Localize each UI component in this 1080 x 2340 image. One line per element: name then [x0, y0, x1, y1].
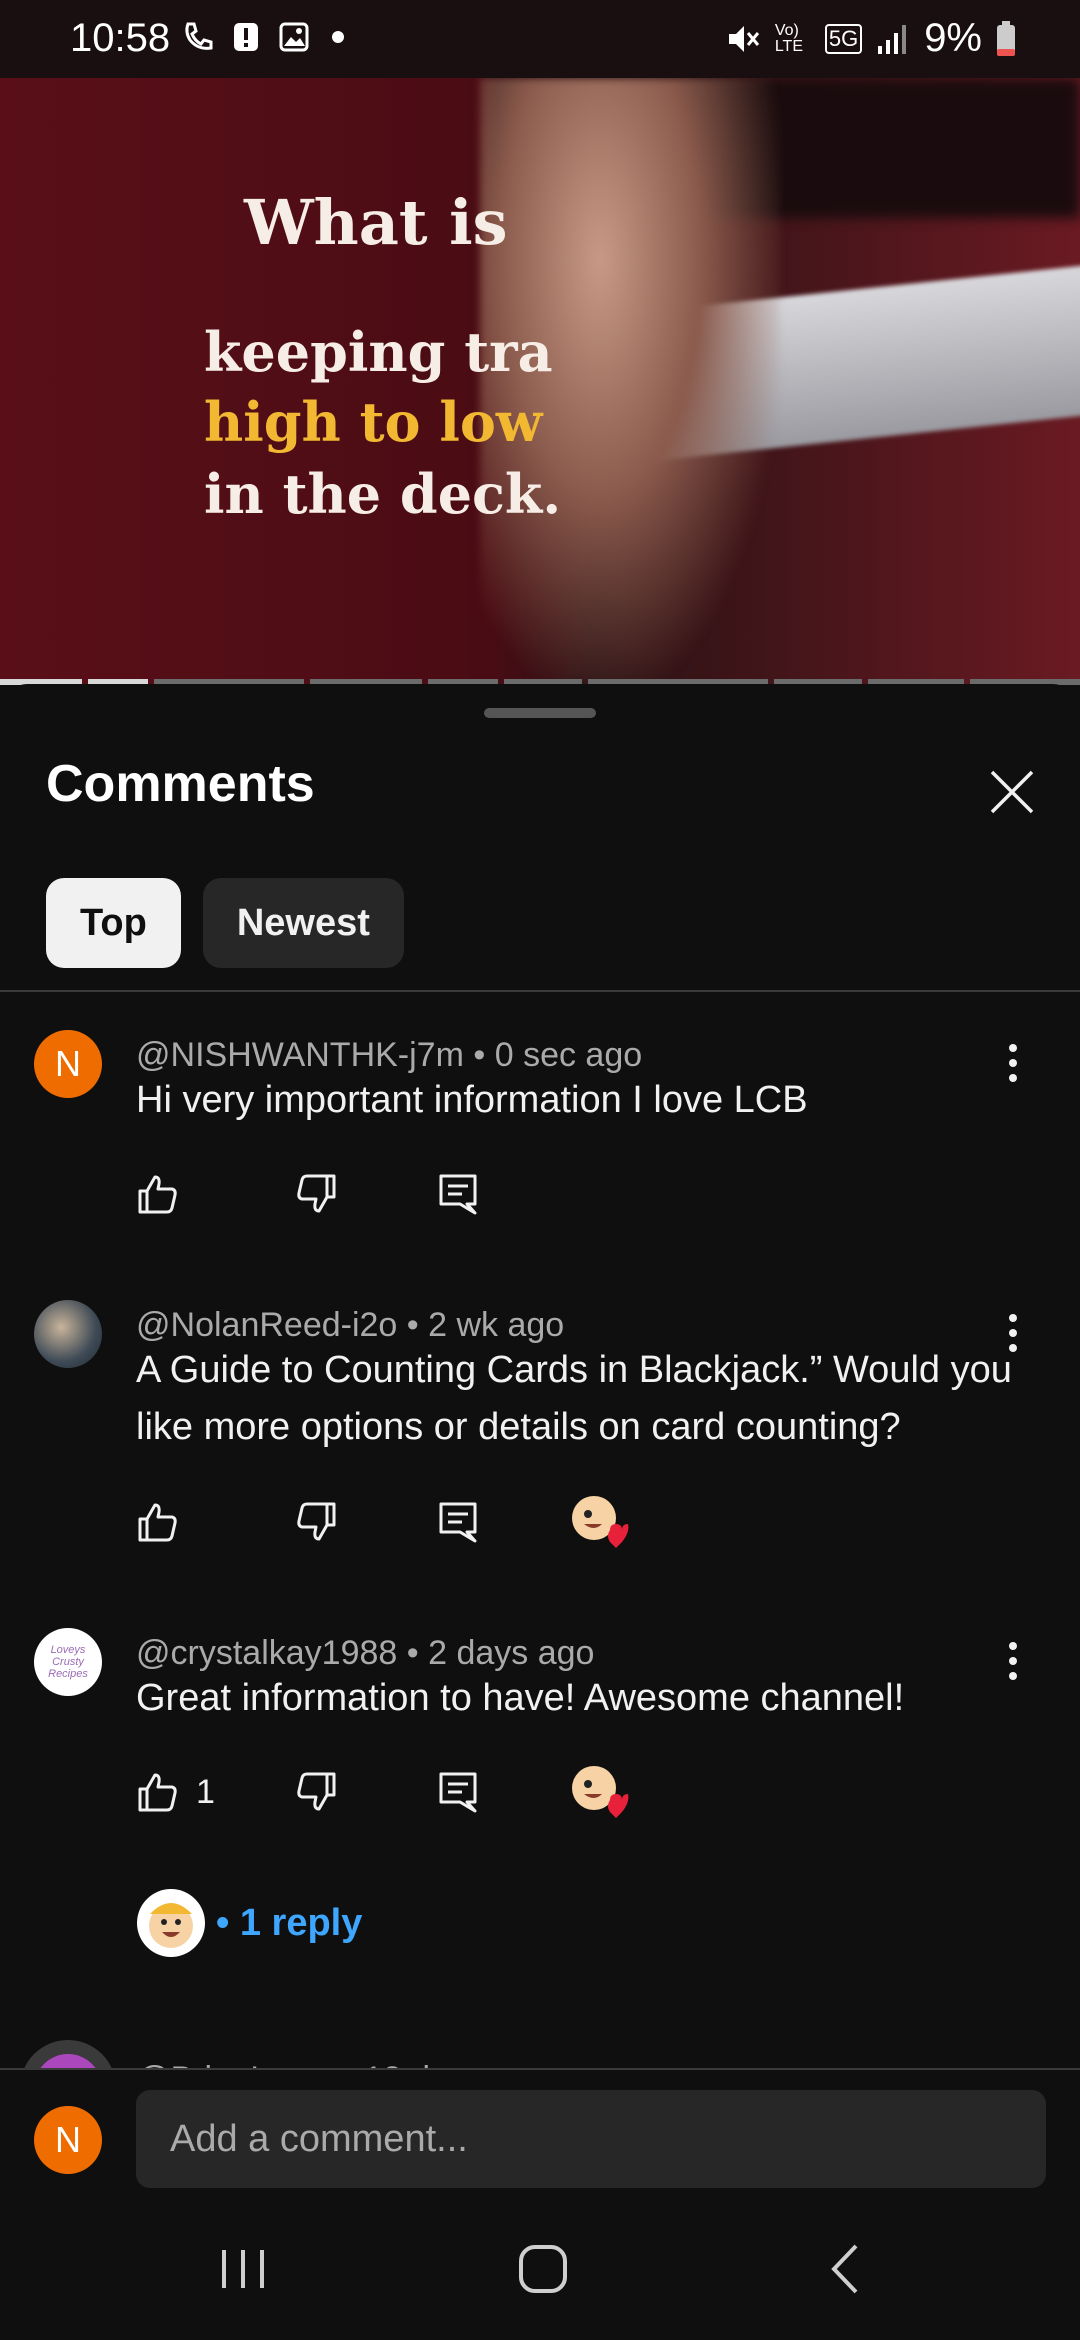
video-caption-line: keeping tra [204, 320, 553, 384]
avatar[interactable]: Loveys Crusty Recipes [34, 1628, 102, 1696]
back-icon[interactable] [812, 2234, 882, 2304]
comment-composer: N [0, 2068, 1080, 2190]
status-time: 10:58 [70, 16, 171, 60]
my-avatar: N [34, 2106, 102, 2174]
reply-button[interactable] [436, 1164, 480, 1224]
close-icon[interactable] [984, 764, 1040, 820]
signal-icon [878, 24, 907, 54]
avatar[interactable]: N [34, 1030, 102, 1098]
reply-button[interactable] [436, 1762, 480, 1822]
comment-meta[interactable]: @NISHWANTHK-j7m • 0 sec ago [136, 1036, 642, 1075]
video-caption-line: in the deck. [204, 462, 562, 526]
reply-icon [439, 1502, 477, 1543]
video-caption-line: What is [244, 186, 508, 259]
like-count: 1 [196, 1772, 215, 1811]
comment-meta[interactable]: @crystalkay1988 • 2 days ago [136, 1634, 594, 1673]
status-bar: 10:58 Vo) LTE 5G 9% [0, 0, 1080, 78]
reply-icon [439, 1772, 477, 1813]
image-icon [279, 22, 309, 52]
creator-heart [570, 1762, 630, 1822]
thumbs-up-icon [138, 1773, 177, 1812]
creator-heart-icon [572, 1496, 629, 1548]
reply-avatar-icon [137, 1889, 205, 1957]
comment-actions [136, 1164, 736, 1224]
dislike-button[interactable] [294, 1492, 338, 1552]
thumbs-down-icon [297, 1174, 336, 1213]
thumbs-up-icon [138, 1503, 177, 1542]
reply-icon [439, 1174, 477, 1215]
comment-text: Hi very important information I love LCB [136, 1079, 808, 1121]
thumbs-down-icon [297, 1502, 336, 1541]
like-button[interactable]: 1 [136, 1762, 215, 1822]
status-notification-icons [182, 20, 358, 54]
comment-text: A Guide to Counting Cards in Blackjack.”… [136, 1349, 1012, 1448]
thumbs-down-icon [297, 1772, 336, 1811]
avatar[interactable] [34, 1300, 102, 1368]
comment-input-box[interactable] [136, 2090, 1046, 2188]
comment-input[interactable] [136, 2090, 1044, 2188]
comment-meta[interactable]: @NolanReed-i2o • 2 wk ago [136, 1306, 564, 1345]
volte-label: Vo) LTE [774, 21, 803, 55]
more-vert-icon[interactable] [996, 1636, 1030, 1686]
network-label: 5G [824, 23, 863, 54]
avatar-letter: N [55, 1043, 81, 1084]
recent-apps-icon[interactable] [208, 2234, 278, 2304]
system-nav-bar [0, 2190, 1080, 2340]
replies-count: • 1 reply [216, 1901, 363, 1944]
replies-toggle[interactable]: • 1 reply [136, 1888, 362, 1958]
dislike-button[interactable] [294, 1762, 338, 1822]
creator-heart [570, 1492, 630, 1552]
thumbs-up-icon [138, 1175, 177, 1214]
battery-percent: 9% [924, 16, 982, 60]
video-caption-highlight: high to low [204, 390, 543, 454]
comment-text: Great information to have! Awesome chann… [136, 1677, 905, 1719]
sheet-title: Comments [46, 755, 315, 813]
avatar-caption: Loveys Crusty Recipes [48, 1644, 88, 1680]
sort-chips: Top Newest [46, 878, 404, 968]
avatar-letter: N [55, 2119, 81, 2160]
chip-top[interactable]: Top [46, 878, 181, 968]
comment-actions [136, 1492, 736, 1552]
like-button[interactable] [136, 1164, 180, 1224]
chip-newest[interactable]: Newest [202, 878, 404, 968]
more-vert-icon[interactable] [996, 1038, 1030, 1088]
like-button[interactable] [136, 1492, 180, 1552]
comment-list[interactable]: N @NISHWANTHK-j7m • 0 sec ago Hi very im… [0, 990, 1080, 2080]
dot-icon [332, 31, 344, 43]
drag-handle[interactable] [484, 708, 596, 718]
mute-icon [728, 25, 759, 52]
reply-button[interactable] [436, 1492, 480, 1552]
video-player[interactable]: What is keeping tra high to low in the d… [0, 78, 1080, 684]
creator-heart-icon [572, 1766, 629, 1818]
home-icon[interactable] [508, 2234, 578, 2304]
comment-actions: 1 [136, 1762, 736, 1822]
more-vert-icon[interactable] [996, 1308, 1030, 1358]
battery-icon [997, 20, 1015, 56]
alert-icon [234, 23, 258, 51]
status-system-icons: Vo) LTE 5G 9% [725, 16, 1016, 61]
dislike-button[interactable] [294, 1164, 338, 1224]
call-icon [185, 22, 213, 50]
